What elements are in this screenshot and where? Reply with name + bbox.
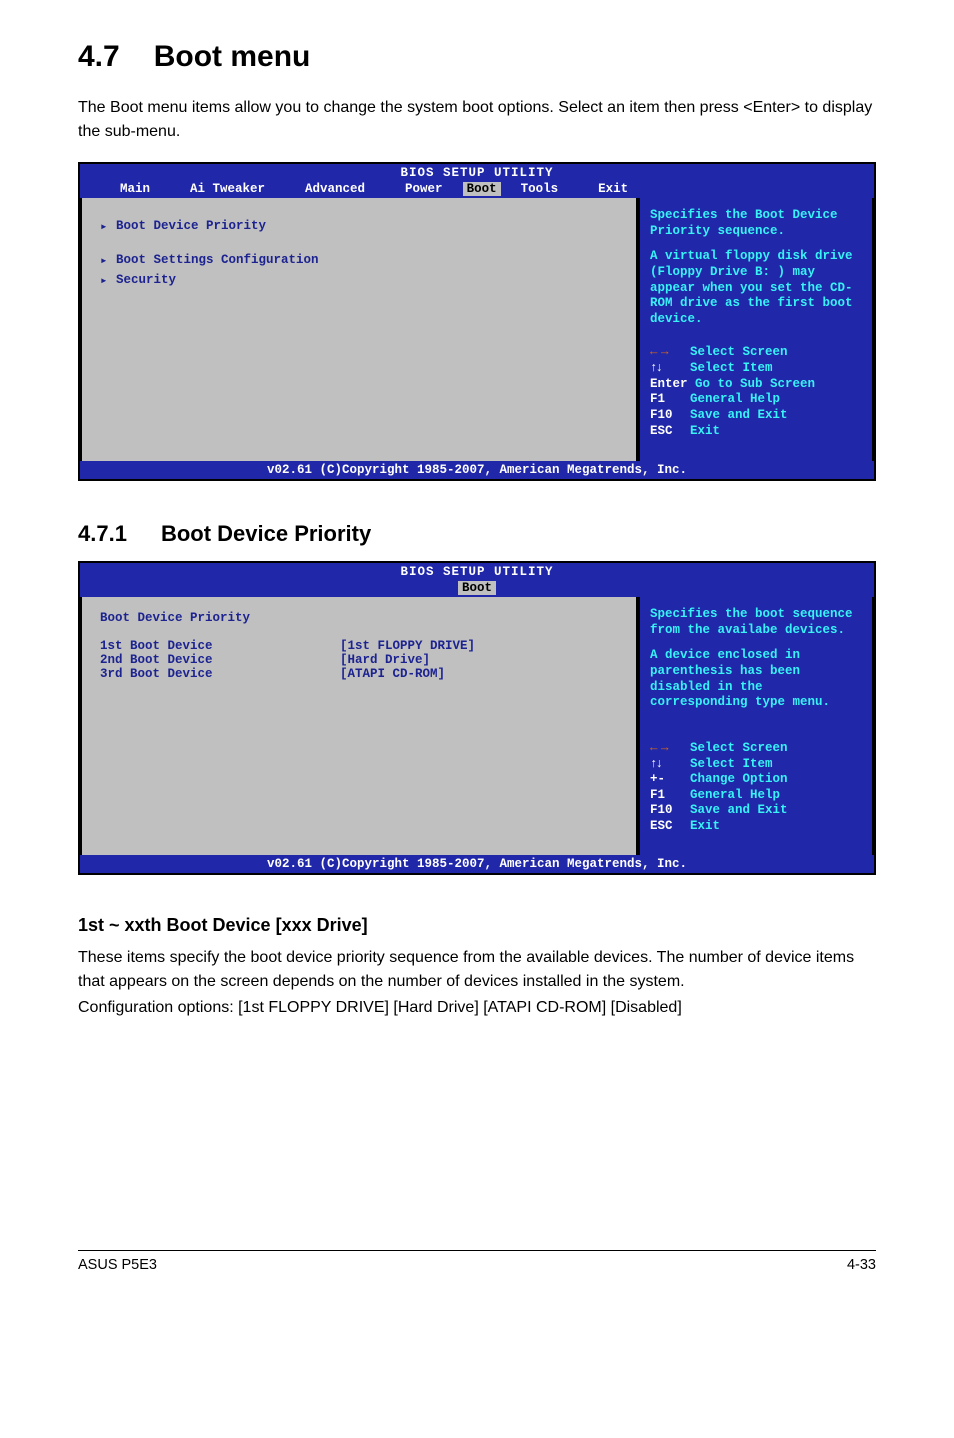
- menu-boot: Boot: [458, 581, 496, 595]
- key-label: ESC: [650, 424, 690, 440]
- bios-body: ▸Boot Device Priority ▸Boot Settings Con…: [80, 198, 874, 461]
- help-label: Select Item: [690, 757, 773, 771]
- menu-main: Main: [100, 182, 170, 196]
- list-item: ▸Boot Device Priority: [100, 218, 618, 234]
- intro-text: The Boot menu items allow you to change …: [78, 96, 876, 144]
- help-label: Select Screen: [690, 741, 788, 755]
- bios-screenshot-2: BIOS SETUP UTILITY Boot Boot Device Prio…: [78, 561, 876, 875]
- footer-brand: ASUS P5E3: [78, 1257, 157, 1273]
- bios-menubar: Main Ai Tweaker Advanced Power Boot Tool…: [80, 182, 874, 198]
- help-key-row: ESCExit: [650, 424, 862, 440]
- subsection-title: 4.7.1 Boot Device Priority: [78, 521, 876, 547]
- help-key-row: F1General Help: [650, 788, 862, 804]
- key-label: +-: [650, 772, 690, 788]
- help-text: Specifies the Boot Device Priority seque…: [650, 208, 862, 239]
- menu-advanced: Advanced: [285, 182, 385, 196]
- chevron-right-icon: ▸: [100, 272, 116, 288]
- menu-ai: Ai Tweaker: [170, 182, 285, 196]
- help-key-row: Select Item: [650, 361, 862, 377]
- help-label: Change Option: [690, 772, 788, 786]
- footer-page: 4-33: [847, 1257, 876, 1273]
- help-label: Save and Exit: [690, 408, 788, 422]
- bios-right-pane: Specifies the Boot Device Priority seque…: [638, 198, 874, 461]
- section-title: 4.7 Boot menu: [78, 40, 876, 74]
- subsection-name: Boot Device Priority: [161, 521, 371, 546]
- key-label: ESC: [650, 819, 690, 835]
- bios-left-pane: Boot Device Priority 1st Boot Device[1st…: [80, 597, 638, 855]
- help-label: Select Screen: [690, 345, 788, 359]
- table-row: 3rd Boot Device[ATAPI CD-ROM]: [100, 667, 618, 681]
- help-label: General Help: [690, 392, 780, 406]
- help-label: Go to Sub Screen: [695, 377, 815, 391]
- subsection-number: 4.7.1: [78, 521, 127, 546]
- help-key-row: F10Save and Exit: [650, 408, 862, 424]
- key-label: F1: [650, 392, 690, 408]
- arrows-lr-icon: [650, 345, 690, 361]
- help-key-row: Enter Go to Sub Screen: [650, 377, 862, 393]
- help-key-row: Select Screen: [650, 345, 862, 361]
- help-label: Select Item: [690, 361, 773, 375]
- help-label: Exit: [690, 819, 720, 833]
- help-text: A device enclosed in parenthesis has bee…: [650, 648, 862, 711]
- help-key-row: F1General Help: [650, 392, 862, 408]
- bios-title: BIOS SETUP UTILITY: [80, 563, 874, 581]
- help-key-row: ESCExit: [650, 819, 862, 835]
- menu-power: Power: [385, 182, 463, 196]
- arrows-lr-icon: [650, 741, 690, 757]
- item-label: Boot Settings Configuration: [116, 253, 319, 267]
- bios-menubar: Boot: [80, 581, 874, 597]
- menu-exit: Exit: [578, 182, 648, 196]
- bios-footer: v02.61 (C)Copyright 1985-2007, American …: [80, 855, 874, 873]
- list-item: ▸Boot Settings Configuration: [100, 252, 618, 268]
- bios-right-pane: Specifies the boot sequence from the ava…: [638, 597, 874, 855]
- arrows-ud-icon: [650, 757, 690, 773]
- device-value: [Hard Drive]: [340, 653, 430, 667]
- help-key-row: F10Save and Exit: [650, 803, 862, 819]
- help-text: A virtual floppy disk drive (Floppy Driv…: [650, 249, 862, 327]
- bios-title: BIOS SETUP UTILITY: [80, 164, 874, 182]
- section-number: 4.7: [78, 40, 120, 73]
- left-heading: Boot Device Priority: [100, 611, 618, 625]
- arrows-ud-icon: [650, 361, 690, 377]
- device-value: [1st FLOPPY DRIVE]: [340, 639, 475, 653]
- bios-footer: v02.61 (C)Copyright 1985-2007, American …: [80, 461, 874, 479]
- item-label: Boot Device Priority: [116, 219, 266, 233]
- key-label: F10: [650, 803, 690, 819]
- menu-tools: Tools: [501, 182, 579, 196]
- device-label: 3rd Boot Device: [100, 667, 340, 681]
- item-label: Security: [116, 273, 176, 287]
- bios-left-pane: ▸Boot Device Priority ▸Boot Settings Con…: [80, 198, 638, 461]
- help-text: Specifies the boot sequence from the ava…: [650, 607, 862, 638]
- table-row: 2nd Boot Device[Hard Drive]: [100, 653, 618, 667]
- chevron-right-icon: ▸: [100, 252, 116, 268]
- section-name: Boot menu: [154, 40, 311, 73]
- key-label: F10: [650, 408, 690, 424]
- help-label: General Help: [690, 788, 780, 802]
- sub-heading: 1st ~ xxth Boot Device [xxx Drive]: [78, 915, 876, 936]
- table-row: 1st Boot Device[1st FLOPPY DRIVE]: [100, 639, 618, 653]
- body-text: These items specify the boot device prio…: [78, 946, 876, 994]
- page-footer: ASUS P5E3 4-33: [78, 1250, 876, 1273]
- list-item: ▸Security: [100, 272, 618, 288]
- help-label: Save and Exit: [690, 803, 788, 817]
- menu-boot: Boot: [463, 182, 501, 196]
- help-key-row: Select Screen: [650, 741, 862, 757]
- config-text: Configuration options: [1st FLOPPY DRIVE…: [78, 996, 876, 1020]
- key-label: F1: [650, 788, 690, 804]
- device-label: 1st Boot Device: [100, 639, 340, 653]
- help-label: Exit: [690, 424, 720, 438]
- key-label: Enter: [650, 377, 688, 393]
- device-value: [ATAPI CD-ROM]: [340, 667, 445, 681]
- help-key-row: Select Item: [650, 757, 862, 773]
- bios-body: Boot Device Priority 1st Boot Device[1st…: [80, 597, 874, 855]
- bios-screenshot-1: BIOS SETUP UTILITY Main Ai Tweaker Advan…: [78, 162, 876, 481]
- device-label: 2nd Boot Device: [100, 653, 340, 667]
- chevron-right-icon: ▸: [100, 218, 116, 234]
- help-key-row: +-Change Option: [650, 772, 862, 788]
